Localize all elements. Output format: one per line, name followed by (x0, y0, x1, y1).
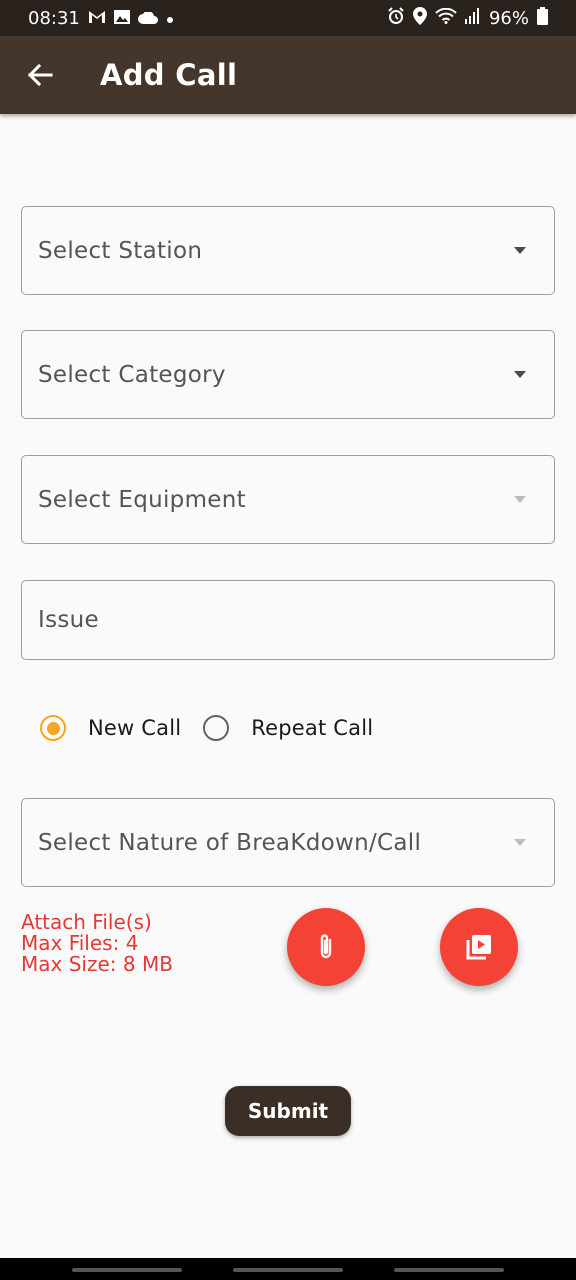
arrow-left-icon (27, 63, 53, 87)
status-right: 96% (387, 7, 548, 29)
attachment-info: Attach File(s) Max Files: 4 Max Size: 8 … (21, 912, 173, 975)
radio-unchecked-icon[interactable] (203, 715, 230, 741)
signal-icon (464, 8, 481, 28)
submit-button[interactable]: Submit (225, 1086, 351, 1136)
dot-icon (166, 9, 174, 28)
category-dropdown-label: Select Category (38, 361, 226, 388)
attach-video-button[interactable] (440, 908, 518, 986)
nature-dropdown-label: Select Nature of BreaKdown/Call (38, 829, 422, 856)
nav-recents-handle[interactable] (72, 1268, 182, 1272)
status-bar: 08:31 96% (0, 0, 576, 36)
gmail-icon (88, 9, 106, 28)
attach-max-size: Max Size: 8 MB (21, 952, 173, 976)
attach-max-files: Max Files: 4 (21, 931, 139, 955)
equipment-dropdown[interactable]: Select Equipment (21, 455, 555, 544)
paperclip-icon (320, 934, 332, 959)
attach-file-button[interactable] (287, 908, 365, 986)
wifi-icon (435, 7, 457, 28)
location-icon (412, 7, 427, 29)
chevron-down-icon (514, 371, 526, 378)
navigation-bar (0, 1258, 576, 1280)
back-button[interactable] (20, 55, 60, 95)
station-dropdown-label: Select Station (38, 237, 203, 264)
radio-repeat-call[interactable]: Repeat Call (203, 715, 373, 741)
cloud-icon (137, 9, 158, 28)
radio-repeat-call-label: Repeat Call (251, 716, 374, 740)
nav-home-handle[interactable] (233, 1268, 343, 1272)
status-time: 08:31 (28, 7, 80, 29)
radio-new-call[interactable]: New Call (40, 715, 181, 741)
alarm-icon (387, 7, 405, 29)
chevron-down-icon (514, 839, 526, 846)
station-dropdown[interactable]: Select Station (21, 206, 555, 295)
status-left: 08:31 (28, 8, 174, 29)
issue-input[interactable]: Issue (21, 580, 555, 660)
video-library-icon (466, 935, 491, 960)
equipment-dropdown-label: Select Equipment (38, 486, 246, 513)
battery-icon (537, 7, 548, 29)
nav-back-handle[interactable] (394, 1268, 504, 1272)
chevron-down-icon (514, 496, 526, 503)
category-dropdown[interactable]: Select Category (21, 330, 555, 419)
call-type-radio-group: New Call Repeat Call (40, 708, 373, 748)
issue-input-label: Issue (38, 607, 99, 633)
radio-checked-icon[interactable] (40, 715, 66, 741)
attach-title: Attach File(s) (21, 910, 152, 934)
radio-new-call-label: New Call (88, 716, 182, 740)
image-icon (113, 9, 130, 28)
battery-percent: 96% (488, 7, 529, 29)
page-title: Add Call (100, 58, 238, 92)
nature-dropdown[interactable]: Select Nature of BreaKdown/Call (21, 798, 555, 887)
app-bar: Add Call (0, 36, 576, 114)
chevron-down-icon (514, 247, 526, 254)
